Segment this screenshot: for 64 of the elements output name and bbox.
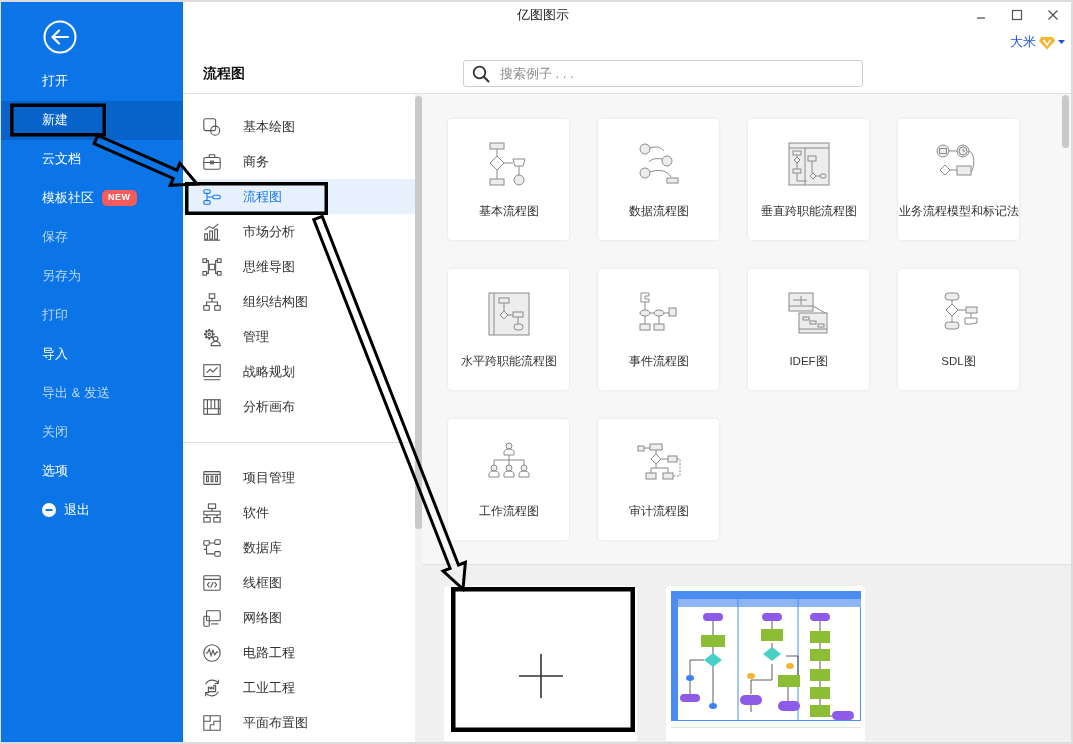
category-item[interactable]: 思维导图 xyxy=(183,249,415,284)
briefcase-icon xyxy=(202,151,222,172)
category-item[interactable]: 平面布置图 xyxy=(183,705,415,740)
devices-icon xyxy=(202,607,222,628)
menu-item[interactable]: 打开 xyxy=(1,61,183,101)
scrollbar-thumb[interactable] xyxy=(415,96,422,529)
back-icon[interactable] xyxy=(43,20,77,54)
template-card[interactable]: 基本流程图 xyxy=(448,119,569,240)
category-item[interactable]: 战略规划 xyxy=(183,354,415,389)
template-card[interactable]: IDEF图 xyxy=(748,269,869,390)
caret-icon[interactable] xyxy=(1058,40,1065,44)
category-item[interactable]: 市场分析 xyxy=(183,214,415,249)
hierarchy-icon xyxy=(202,502,222,523)
template-card[interactable]: 垂直跨职能流程图 xyxy=(748,119,869,240)
menu-item[interactable]: 云文档 xyxy=(1,139,183,179)
search-field[interactable]: 搜索例子 . . . xyxy=(463,60,863,87)
template-card[interactable]: 水平跨职能流程图 xyxy=(448,269,569,390)
exit-menu-item[interactable]: 退出 xyxy=(1,490,183,530)
flowchart-icon xyxy=(202,186,222,207)
mind-map-icon xyxy=(202,256,222,277)
cycle-arrows-icon xyxy=(202,677,222,698)
minus-circle-icon xyxy=(42,503,56,517)
menu-item[interactable]: 模板社区 NEW xyxy=(1,178,183,218)
gear-person-icon xyxy=(202,326,222,347)
menu-item[interactable]: 导入 xyxy=(1,334,183,374)
category-item[interactable]: 线框图 xyxy=(183,565,415,600)
category-item[interactable]: 组织结构图 xyxy=(183,284,415,319)
code-window-icon xyxy=(202,572,222,593)
category-item[interactable]: 数据库 xyxy=(183,530,415,565)
template-card[interactable]: 业务流程模型和标记法 xyxy=(898,119,1019,240)
new-badge: NEW xyxy=(102,190,137,206)
template-preview-card[interactable] xyxy=(666,586,865,741)
grid-icon xyxy=(202,396,222,417)
category-item[interactable]: 分析画布 xyxy=(183,389,415,424)
plus-icon xyxy=(518,654,563,698)
template-card[interactable]: 工作流程图 xyxy=(448,419,569,540)
square-circle-icon xyxy=(202,116,222,137)
bar-chart-icon xyxy=(202,221,222,242)
category-item[interactable]: 管理 xyxy=(183,319,415,354)
user-name[interactable]: 大米 xyxy=(1010,32,1036,52)
menu-item[interactable]: 选项 xyxy=(1,451,183,491)
search-icon xyxy=(472,64,490,83)
window-title: 亿图图示 xyxy=(517,7,569,23)
template-card[interactable]: 审计流程图 xyxy=(598,419,719,540)
scrollbar-thumb[interactable] xyxy=(1062,95,1069,148)
template-card[interactable]: SDL图 xyxy=(898,269,1019,390)
category-item[interactable]: 工业工程 xyxy=(183,670,415,705)
category-item[interactable]: 基本绘图 xyxy=(183,109,415,144)
waveform-icon xyxy=(202,642,222,663)
floor-plan-icon xyxy=(202,712,222,733)
template-card[interactable]: 事件流程图 xyxy=(598,269,719,390)
category-item[interactable]: 商务 xyxy=(183,144,415,179)
maximize-icon[interactable] xyxy=(1011,9,1023,21)
category-item[interactable]: 软件 xyxy=(183,495,415,530)
page-title: 流程图 xyxy=(203,65,245,81)
category-item[interactable]: 网络图 xyxy=(183,600,415,635)
org-chart-icon xyxy=(202,291,222,312)
category-item[interactable]: 项目管理 xyxy=(183,460,415,495)
category-item[interactable]: 电路工程 xyxy=(183,635,415,670)
template-card[interactable]: 数据流程图 xyxy=(598,119,719,240)
close-icon[interactable] xyxy=(1047,9,1059,21)
line-chart-icon xyxy=(202,361,222,382)
connected-boxes-icon xyxy=(202,537,222,558)
diamond-icon xyxy=(1039,34,1055,50)
